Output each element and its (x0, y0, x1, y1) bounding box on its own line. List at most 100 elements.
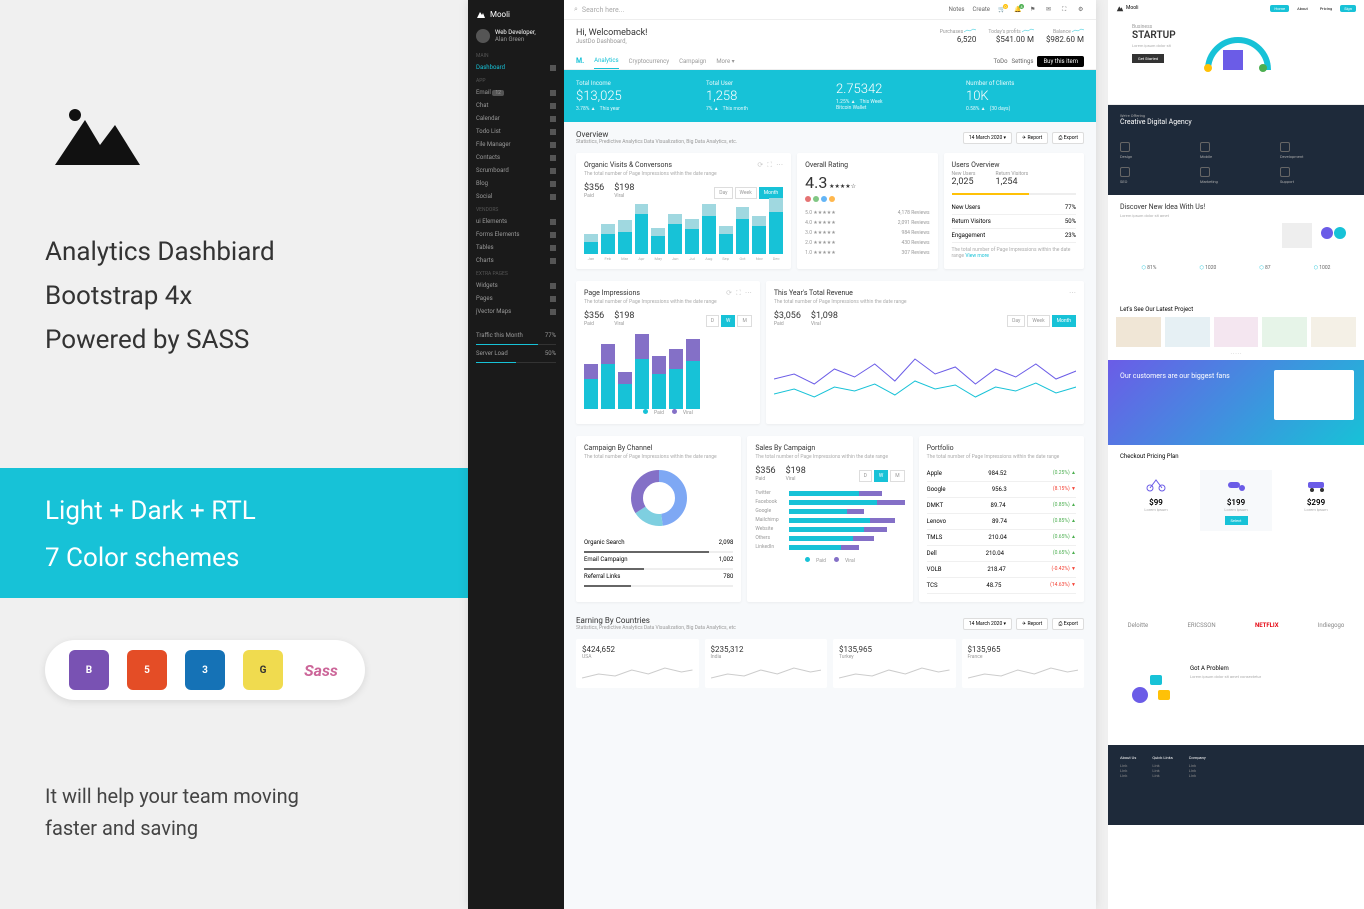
create-link[interactable]: Create (973, 6, 990, 13)
overview-head: Overview Statistics, Predictive Analytic… (564, 122, 1096, 147)
expand-icon[interactable]: ⛶ (736, 289, 741, 298)
stars-icon: ★★★★☆ (829, 183, 856, 190)
settings-icon[interactable]: ⚙ (1078, 6, 1086, 14)
project-thumb[interactable] (1311, 317, 1356, 347)
sidebar-item-dashboard[interactable]: Dashboard (468, 61, 564, 74)
message-icon[interactable]: ✉ (1046, 6, 1054, 14)
select-button[interactable]: Select (1225, 516, 1248, 525)
channel-card: Campaign By Channel The total number of … (576, 436, 741, 602)
price-card[interactable]: $99 Lorem ipsum (1120, 470, 1192, 531)
sidebar-item[interactable]: Forms Elements (468, 228, 564, 241)
tab-more[interactable]: More ▾ (716, 54, 734, 69)
sidebar-item[interactable]: Calendar (468, 112, 564, 125)
sidebar-item[interactable]: Social (468, 190, 564, 203)
period-toggle[interactable]: D W M (706, 315, 752, 327)
sidebar-item[interactable]: jVector Maps (468, 305, 564, 318)
nav-btn[interactable]: Home (1270, 5, 1289, 12)
band-line2: 7 Color schemes (45, 535, 423, 582)
sidebar-item[interactable]: Blog (468, 177, 564, 190)
date-picker[interactable]: 14 March 2020 ▾ (963, 132, 1012, 144)
feature-icon (1200, 167, 1210, 177)
todo-link[interactable]: ToDo (993, 58, 1007, 65)
testimonial-card (1274, 370, 1354, 420)
brand-logo (45, 100, 145, 170)
tab-campaign[interactable]: Campaign (679, 54, 706, 69)
sidebar-user[interactable]: Web Developer, Alan Green (468, 23, 564, 49)
tech-pills: B 5 3 G Sass (45, 640, 365, 700)
price-card[interactable]: $299 Lorem ipsum (1280, 470, 1352, 531)
cta-button[interactable]: Get Started (1132, 54, 1164, 63)
earning-head: Earning By Countries Statistics, Predict… (564, 608, 1096, 633)
sidebar-item[interactable]: Tables (468, 241, 564, 254)
cart-icon[interactable]: 🛒0 (998, 6, 1006, 14)
sidebar-item[interactable]: ui Elements (468, 215, 564, 228)
tab-crypto[interactable]: Cryptocurrency (629, 54, 669, 69)
brand-text: Mooli (490, 10, 510, 19)
sidebar-item[interactable]: Scrumboard (468, 164, 564, 177)
tab-analytics[interactable]: Analytics (594, 53, 618, 69)
dashboard-preview: Mooli Web Developer, Alan Green MAIN Das… (468, 0, 1096, 909)
price-card[interactable]: $199 Lorem ipsum Select (1200, 470, 1272, 531)
rating-card: Overall Rating 4.3 ★★★★☆ 5.0 ★★★★★4,178 … (797, 153, 937, 269)
buy-button[interactable]: Buy this item (1037, 56, 1084, 67)
settings-link[interactable]: Settings (1012, 58, 1034, 65)
project-thumb[interactable] (1262, 317, 1307, 347)
sidebar-item[interactable]: Widgets (468, 279, 564, 292)
sass-icon: Sass (301, 650, 341, 690)
sidebar-item[interactable]: Pages (468, 292, 564, 305)
report-button[interactable]: ✈ Report (1016, 132, 1048, 144)
css3-icon: 3 (185, 650, 225, 690)
export-button[interactable]: ⎙ Export (1052, 618, 1084, 630)
topbar-actions: Notes Create 🛒0 🔔4 ⚑ ✉ ⛶ ⚙ (949, 6, 1086, 14)
project-thumb[interactable] (1165, 317, 1210, 347)
more-icon[interactable]: ⋯ (745, 289, 752, 298)
sidebar-item[interactable]: Chat (468, 99, 564, 112)
impressions-card: Page ImpressionsThe total number of Page… (576, 281, 760, 424)
feature-icon (1120, 167, 1130, 177)
revenue-chart (774, 339, 1076, 409)
period-toggle[interactable]: D W M (859, 470, 905, 482)
sidebar-item[interactable]: Email 12 (468, 86, 564, 99)
sidebar-item[interactable]: Contacts (468, 151, 564, 164)
search-icon: ⌕ (574, 5, 578, 14)
thumb-startup: Mooli HomeAboutPricingSign Business STAR… (1108, 0, 1364, 105)
main-content: ⌕ Search here... Notes Create 🛒0 🔔4 ⚑ ✉ … (564, 0, 1096, 909)
feature-icon (1280, 167, 1290, 177)
thumb-agency: We're Offering Creative Digital Agency D… (1108, 105, 1364, 195)
promo-headlines: Analytics Dashbiard Bootstrap 4x Powered… (45, 230, 275, 363)
overview-title: Overview (576, 130, 737, 139)
period-toggle[interactable]: Day Week Month (1007, 315, 1076, 327)
refresh-icon[interactable]: ⟳ (726, 289, 732, 298)
organic-card: Organic Visits & Conversons The total nu… (576, 153, 791, 269)
more-icon[interactable]: ⋯ (776, 161, 783, 170)
greeting-sub: JustDo Dashboard, (576, 38, 647, 45)
project-thumb[interactable] (1116, 317, 1161, 347)
sidebar-brand[interactable]: Mooli (468, 5, 564, 23)
more-icon[interactable]: ⋯ (1069, 289, 1076, 297)
earning-sub: Statistics, Predictive Analytics Data Vi… (576, 625, 736, 631)
view-more-link[interactable]: View more (965, 253, 989, 259)
thumb-brands: Deloitte ERICSSON NETFLIX Indiegogo (1108, 595, 1364, 655)
report-button[interactable]: ✈ Report (1016, 618, 1048, 630)
project-thumb[interactable] (1214, 317, 1259, 347)
footer-line2: faster and saving (45, 812, 299, 844)
users-card: Users Overview New Users2,025 Return Vis… (944, 153, 1084, 269)
expand-icon[interactable]: ⛶ (1062, 6, 1070, 14)
date-picker[interactable]: 14 March 2020 ▾ (963, 618, 1012, 630)
export-button[interactable]: ⎙ Export (1052, 132, 1084, 144)
sidebar-item[interactable]: Charts (468, 254, 564, 267)
thumb-footer: About UsLinkLinkLink Quick LinksLinkLink… (1108, 745, 1364, 825)
impressions-chart (584, 339, 752, 409)
flag-icon[interactable]: ⚑ (1030, 6, 1038, 14)
refresh-icon[interactable]: ⟳ (757, 161, 763, 170)
notes-link[interactable]: Notes (949, 6, 965, 13)
search-input[interactable]: ⌕ Search here... (574, 5, 624, 14)
greeting: Hi, Welcomeback! (576, 28, 647, 38)
sidebar-item[interactable]: File Manager (468, 138, 564, 151)
expand-icon[interactable]: ⛶ (767, 161, 772, 170)
promo-teal-band: Light + Dark + RTL 7 Color schemes (0, 468, 468, 598)
bell-icon[interactable]: 🔔4 (1014, 6, 1022, 14)
organic-chart: JanFebMarAprMayJunJulAugSepOctNovDec (584, 211, 783, 261)
avatar-dot (813, 196, 819, 202)
sidebar-item[interactable]: Todo List (468, 125, 564, 138)
